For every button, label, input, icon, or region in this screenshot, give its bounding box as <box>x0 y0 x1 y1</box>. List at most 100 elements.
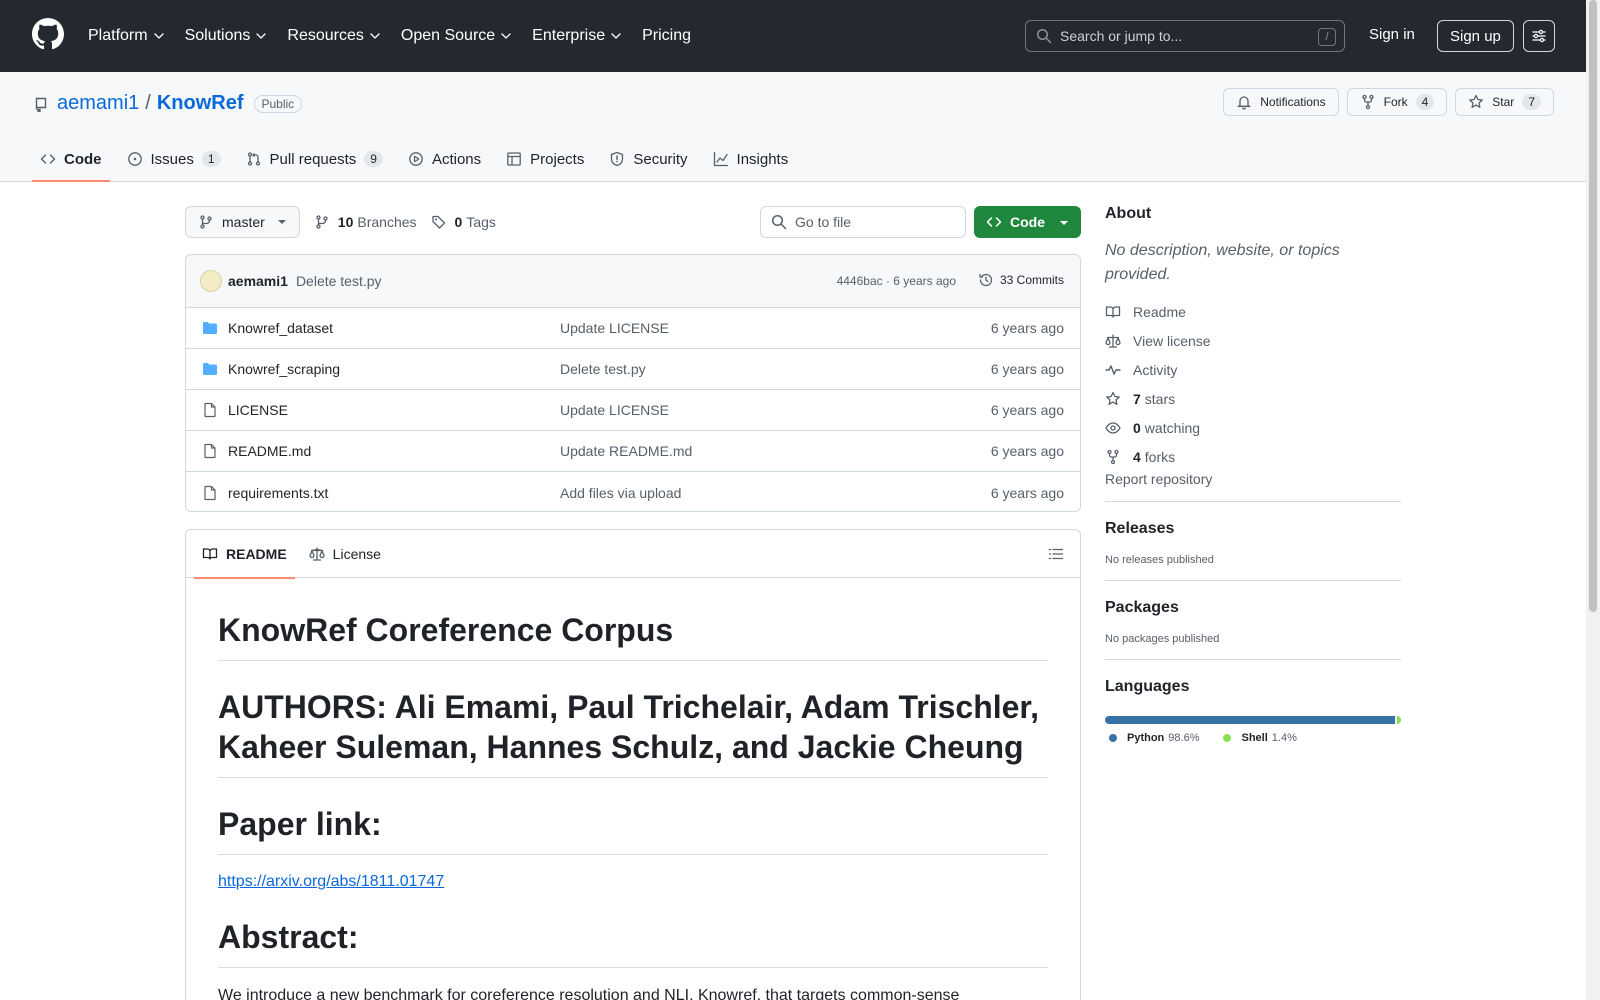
file-list: Knowref_dataset Update LICENSE 6 years ago… <box>186 308 1080 511</box>
book-icon <box>1105 304 1121 320</box>
paper-link[interactable]: https://arxiv.org/abs/1811.01747 <box>218 873 444 891</box>
branches-link[interactable]: 10 Branches <box>314 214 417 230</box>
tab-label: Actions <box>431 150 482 168</box>
language-shell[interactable]: Shell 1.4% <box>1219 732 1297 744</box>
repo-name-link[interactable]: KnowRef <box>157 92 244 115</box>
file-commit-message-link[interactable]: Update LICENSE <box>560 320 669 336</box>
tab-actions[interactable]: Actions <box>400 136 489 182</box>
sidebar-item-text: Readme <box>1133 304 1186 320</box>
language-python[interactable]: Python 98.6% <box>1105 732 1199 744</box>
sidebar-item-label: Activity <box>1133 361 1178 378</box>
file-name-link[interactable]: LICENSE <box>228 402 288 418</box>
file-name-link[interactable]: README.md <box>228 443 311 459</box>
about-links: Readme View license Activity 7 stars 0 watchin… <box>1105 297 1401 471</box>
about-heading: About <box>1105 205 1152 222</box>
repo-owner-link[interactable]: aemami1 <box>57 92 139 115</box>
tab-readme[interactable]: README <box>194 530 295 579</box>
nav-pricing[interactable]: Pricing <box>642 27 691 45</box>
star-label: Star <box>1492 95 1515 109</box>
commit-meta[interactable]: 4446bac · 6 years ago <box>837 274 956 288</box>
file-commit-message-link[interactable]: Update LICENSE <box>560 402 669 418</box>
tab-license[interactable]: License <box>301 530 389 578</box>
sidebar-item-activity[interactable]: Activity <box>1105 355 1401 384</box>
nav-open-source[interactable]: Open Source <box>401 27 511 45</box>
commits-history-link[interactable]: 33 Commits <box>978 272 1064 288</box>
sidebar-item-readme[interactable]: Readme <box>1105 297 1401 326</box>
tags-count: 0 <box>454 214 463 230</box>
law-icon <box>1105 333 1121 349</box>
tab-pull-requests[interactable]: Pull requests 9 <box>238 136 391 182</box>
search-icon <box>1036 28 1052 44</box>
languages-bar <box>1105 716 1401 724</box>
nav-label: Enterprise <box>532 27 606 44</box>
readme-paper-heading: Paper link: <box>218 804 1048 855</box>
tab-issues[interactable]: Issues 1 <box>119 136 229 182</box>
tab-code[interactable]: Code <box>32 136 110 182</box>
divider <box>1105 580 1401 581</box>
star-icon <box>1105 391 1121 407</box>
commit-message-link[interactable]: Delete test.py <box>296 273 382 289</box>
outline-list-icon[interactable] <box>1048 546 1064 562</box>
tab-label: Issues <box>150 150 194 168</box>
packages-heading[interactable]: Packages <box>1105 599 1401 617</box>
sidebar-item-stars[interactable]: 7 stars <box>1105 384 1401 413</box>
file-name-link[interactable]: Knowref_dataset <box>228 320 333 336</box>
github-logo-icon[interactable] <box>32 18 64 50</box>
global-search[interactable]: Search or jump to... / <box>1025 20 1345 52</box>
sidebar-item-count: 7 <box>1133 390 1141 407</box>
nav-solutions[interactable]: Solutions <box>185 27 267 45</box>
sidebar-item-watching[interactable]: 0 watching <box>1105 413 1401 442</box>
readme-body: KnowRef Coreference Corpus AUTHORS: Ali … <box>186 610 1080 1000</box>
fork-button[interactable]: Fork 4 <box>1346 88 1448 116</box>
code-icon <box>40 151 56 167</box>
file-name-link[interactable]: Knowref_scraping <box>228 361 340 377</box>
caret-down-icon <box>1060 221 1068 225</box>
tab-count: 9 <box>364 151 383 167</box>
code-icon <box>986 217 1002 227</box>
tab-security[interactable]: Security <box>601 136 695 182</box>
report-repository-link[interactable]: Report repository <box>1105 471 1212 487</box>
tags-link[interactable]: 0 Tags <box>431 214 496 230</box>
sidebar-item-label: watching <box>1144 419 1201 436</box>
languages-heading: Languages <box>1105 678 1190 695</box>
tab-projects[interactable]: Projects <box>498 136 592 182</box>
menu-toggle-icon[interactable] <box>1523 20 1555 52</box>
notifications-button[interactable]: Notifications <box>1223 88 1339 116</box>
file-name-link[interactable]: requirements.txt <box>228 485 328 501</box>
language-bar-segment <box>1105 716 1395 724</box>
sidebar-item-text: 7 stars <box>1133 391 1175 407</box>
file-commit-message-link[interactable]: Add files via upload <box>560 485 681 501</box>
sign-in-link[interactable]: Sign in <box>1369 26 1415 43</box>
go-to-file-input[interactable]: Go to file <box>760 206 966 238</box>
star-button[interactable]: Star 7 <box>1455 88 1554 116</box>
fork-icon <box>1361 94 1374 110</box>
file-commit-message-link[interactable]: Update README.md <box>560 443 692 459</box>
star-count: 7 <box>1522 94 1541 110</box>
code-dropdown-button[interactable]: Code <box>974 206 1081 238</box>
releases-heading[interactable]: Releases <box>1105 520 1401 538</box>
chevron-down-icon <box>611 33 621 39</box>
branch-select-button[interactable]: master <box>185 206 300 238</box>
sign-up-button[interactable]: Sign up <box>1437 20 1514 52</box>
language-color-dot <box>1223 734 1232 742</box>
sidebar-item-label: Readme <box>1133 303 1186 320</box>
nav-resources[interactable]: Resources <box>287 27 380 45</box>
search-icon <box>771 214 787 230</box>
language-name: Shell <box>1241 732 1268 744</box>
repo-title: aemami1 / KnowRef Public <box>33 92 303 115</box>
avatar[interactable] <box>200 270 222 292</box>
commit-author-link[interactable]: aemami1 <box>228 273 288 289</box>
sidebar-item-view-license[interactable]: View license <box>1105 326 1401 355</box>
tab-insights[interactable]: Insights <box>705 136 797 182</box>
readme-abstract-text: We introduce a new benchmark for corefer… <box>218 987 960 1000</box>
file-commit-message-link[interactable]: Delete test.py <box>560 361 646 377</box>
global-nav: Platform Solutions Resources Open Source Ent… <box>88 0 712 72</box>
sidebar-item-forks[interactable]: 4 forks <box>1105 442 1401 471</box>
fork-label: Fork <box>1383 95 1408 109</box>
branch-name: master <box>222 214 265 230</box>
nav-platform[interactable]: Platform <box>88 27 164 45</box>
scrollbar-thumb[interactable] <box>1589 0 1597 612</box>
page-scrollbar[interactable] <box>1586 0 1600 1000</box>
nav-enterprise[interactable]: Enterprise <box>532 27 621 45</box>
tab-label: Insights <box>736 150 789 168</box>
